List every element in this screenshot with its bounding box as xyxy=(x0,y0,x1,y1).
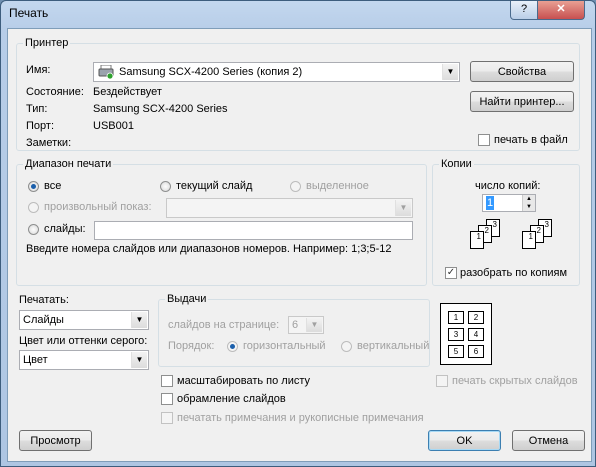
chevron-down-icon: ▼ xyxy=(442,64,458,80)
print-to-file-label: печать в файл xyxy=(494,134,568,146)
range-all-radio[interactable] xyxy=(28,181,39,192)
slides-input[interactable] xyxy=(94,221,413,240)
find-printer-button[interactable]: Найти принтер... xyxy=(470,91,574,112)
printer-legend: Принтер xyxy=(25,37,69,49)
properties-button[interactable]: Свойства xyxy=(470,61,574,82)
collate-page-icon: 1 xyxy=(470,231,484,249)
per-page-label: слайдов на странице: xyxy=(168,319,280,331)
range-custom-show-label: произвольный показ: xyxy=(44,201,152,213)
order-horizontal-label: горизонтальный xyxy=(243,340,326,352)
window-title: Печать xyxy=(9,6,49,20)
preview-button[interactable]: Просмотр xyxy=(19,430,92,451)
range-selection-label: выделенное xyxy=(306,180,369,192)
order-vertical-label: вертикальный xyxy=(357,340,430,352)
copies-count-spinner[interactable]: 1 ▲ ▼ xyxy=(482,194,536,212)
port-value: USB001 xyxy=(93,120,134,132)
handouts-legend: Выдачи xyxy=(167,293,207,305)
color-value: Цвет xyxy=(23,354,48,366)
frame-slides-label: обрамление слайдов xyxy=(177,393,286,405)
handout-cell: 6 xyxy=(468,345,484,358)
notes-label: Заметки: xyxy=(26,137,72,149)
handout-cell: 3 xyxy=(448,328,464,341)
collate-checkbox[interactable]: ✓ xyxy=(445,267,457,279)
range-custom-show-radio[interactable] xyxy=(28,202,39,213)
collate-illustration: 3 2 1 3 2 1 xyxy=(464,219,572,259)
frame-slides-checkbox[interactable] xyxy=(161,393,173,405)
handout-preview: 1 2 3 4 5 6 xyxy=(440,303,492,365)
order-label: Порядок: xyxy=(168,340,215,352)
color-label: Цвет или оттенки серого: xyxy=(19,335,148,347)
printer-select-value: Samsung SCX-4200 Series (копия 2) xyxy=(119,66,303,78)
copies-legend: Копии xyxy=(441,158,472,170)
copies-count-value: 1 xyxy=(486,196,495,210)
port-label: Порт: xyxy=(26,120,54,132)
color-select[interactable]: Цвет ▼ xyxy=(19,350,149,370)
copies-count-label: число копий: xyxy=(475,180,541,192)
custom-show-select[interactable]: ▼ xyxy=(166,198,413,218)
status-label: Состояние: xyxy=(26,86,84,98)
handout-cell: 2 xyxy=(468,311,484,324)
order-horizontal-radio[interactable] xyxy=(227,341,238,352)
help-icon: ? xyxy=(520,3,528,15)
print-hidden-label: печать скрытых слайдов xyxy=(452,375,578,387)
order-vertical-radio[interactable] xyxy=(341,341,352,352)
range-hint: Введите номера слайдов или диапазонов но… xyxy=(26,243,392,255)
status-value: Бездействует xyxy=(93,86,162,98)
range-selection-radio[interactable] xyxy=(290,181,301,192)
close-button[interactable]: ✕ xyxy=(537,1,585,20)
dialog-body: Принтер Имя: Samsung SCX-4200 Series (ко… xyxy=(7,28,592,462)
print-range-legend: Диапазон печати xyxy=(25,158,112,170)
printer-icon xyxy=(98,64,114,80)
chevron-down-icon: ▼ xyxy=(131,312,147,328)
range-slides-label: слайды: xyxy=(44,223,86,235)
print-what-value: Слайды xyxy=(23,314,64,326)
range-current-slide-radio[interactable] xyxy=(160,181,171,192)
print-dialog: Печать ? ✕ Принтер Имя: Samsung SCX-4200… xyxy=(0,0,596,467)
collate-page-icon: 1 xyxy=(522,231,536,249)
printer-select[interactable]: Samsung SCX-4200 Series (копия 2) ▼ xyxy=(93,62,460,82)
print-to-file-checkbox[interactable] xyxy=(478,134,490,146)
type-label: Тип: xyxy=(26,103,48,115)
handout-cell: 1 xyxy=(448,311,464,324)
collate-label: разобрать по копиям xyxy=(460,267,568,279)
chevron-down-icon: ▼ xyxy=(395,200,411,216)
help-button[interactable]: ? xyxy=(510,1,538,20)
print-what-select[interactable]: Слайды ▼ xyxy=(19,310,149,330)
cancel-button[interactable]: Отмена xyxy=(512,430,585,451)
type-value: Samsung SCX-4200 Series xyxy=(93,103,228,115)
spinner-up-icon[interactable]: ▲ xyxy=(522,195,535,203)
print-comments-label: печатать примечания и рукописные примеча… xyxy=(177,412,424,424)
spinner-down-icon[interactable]: ▼ xyxy=(522,203,535,211)
ok-button[interactable]: OK xyxy=(428,430,501,451)
per-page-value: 6 xyxy=(292,319,299,331)
print-hidden-checkbox[interactable] xyxy=(436,375,448,387)
range-current-slide-label: текущий слайд xyxy=(176,180,253,192)
scale-to-fit-label: масштабировать по листу xyxy=(177,375,310,387)
chevron-down-icon: ▼ xyxy=(131,352,147,368)
per-page-select[interactable]: 6 ▼ xyxy=(288,316,324,334)
printer-name-label: Имя: xyxy=(26,64,51,76)
chevron-down-icon: ▼ xyxy=(306,318,322,332)
print-what-label: Печатать: xyxy=(19,294,69,306)
close-icon: ✕ xyxy=(556,3,566,15)
scale-to-fit-checkbox[interactable] xyxy=(161,375,173,387)
handout-cell: 5 xyxy=(448,345,464,358)
handout-cell: 4 xyxy=(468,328,484,341)
print-comments-checkbox[interactable] xyxy=(161,412,173,424)
range-slides-radio[interactable] xyxy=(28,224,39,235)
range-all-label: все xyxy=(44,180,62,192)
